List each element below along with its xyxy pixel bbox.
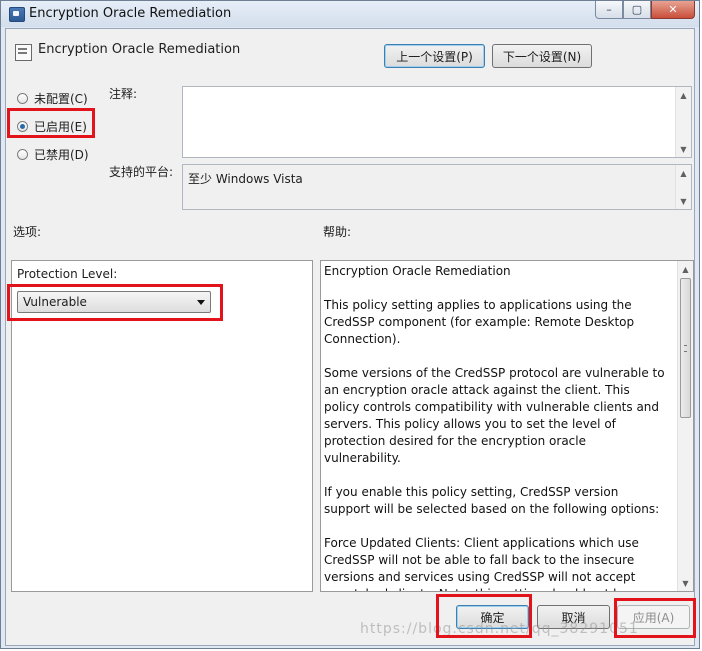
minimize-button[interactable]: –: [595, 1, 623, 19]
radio-disabled[interactable]: 已禁用(D): [17, 146, 89, 163]
close-button[interactable]: ✕: [651, 1, 695, 19]
help-paragraph: If you enable this policy setting, CredS…: [324, 485, 660, 516]
dialog-client-area: Encryption Oracle Remediation 上一个设置(P) 下…: [5, 28, 695, 646]
previous-setting-button[interactable]: 上一个设置(P): [384, 44, 485, 68]
watermark-text: https://blog.csdn.net/qq_38291051: [360, 621, 639, 637]
scroll-thumb[interactable]: [680, 278, 691, 418]
window-title: Encryption Oracle Remediation: [29, 6, 232, 21]
protection-level-label: Protection Level:: [17, 267, 118, 281]
help-text: Encryption Oracle Remediation This polic…: [324, 263, 666, 591]
protection-level-value: Vulnerable: [23, 295, 87, 309]
chevron-down-icon: [197, 300, 205, 305]
scroll-up-icon[interactable]: ▲: [678, 261, 693, 277]
options-label: 选项:: [13, 225, 42, 239]
protection-level-dropdown[interactable]: Vulnerable: [17, 291, 211, 313]
help-panel[interactable]: Encryption Oracle Remediation This polic…: [320, 260, 694, 592]
radio-circle[interactable]: [17, 149, 28, 160]
policy-title: Encryption Oracle Remediation: [38, 42, 241, 57]
title-bar[interactable]: Encryption Oracle Remediation – ▢ ✕: [1, 1, 699, 27]
help-paragraph: This policy setting applies to applicati…: [324, 298, 635, 346]
radio-not-configured[interactable]: 未配置(C): [17, 90, 88, 107]
help-paragraph: Encryption Oracle Remediation: [324, 264, 511, 278]
comment-label: 注释:: [109, 87, 138, 101]
platform-field: 至少 Windows Vista ▲ ▼: [182, 164, 692, 210]
scroll-up-icon[interactable]: ▲: [676, 165, 691, 181]
comment-textarea[interactable]: ▲ ▼: [182, 86, 692, 158]
radio-label: 未配置(C): [34, 92, 88, 106]
help-paragraph: Some versions of the CredSSP protocol ar…: [324, 366, 665, 465]
help-scrollbar[interactable]: ▲ ▼: [677, 261, 693, 591]
options-panel: Protection Level: Vulnerable: [11, 260, 313, 592]
radio-label: 已启用(E): [34, 120, 87, 134]
radio-circle[interactable]: [17, 93, 28, 104]
maximize-button[interactable]: ▢: [623, 1, 651, 19]
radio-enabled[interactable]: 已启用(E): [17, 118, 87, 135]
scroll-down-icon[interactable]: ▼: [676, 193, 691, 209]
scroll-down-icon[interactable]: ▼: [678, 575, 693, 591]
scroll-up-icon[interactable]: ▲: [676, 87, 691, 103]
comment-scrollbar[interactable]: ▲ ▼: [675, 87, 691, 157]
policy-setting-icon: [15, 44, 32, 61]
platform-value: 至少 Windows Vista: [188, 172, 303, 186]
caption-buttons: – ▢ ✕: [595, 1, 695, 19]
next-setting-button[interactable]: 下一个设置(N): [492, 44, 592, 68]
dialog-window: Encryption Oracle Remediation – ▢ ✕ Encr…: [0, 0, 700, 649]
help-paragraph: Force Updated Clients: Client applicatio…: [324, 536, 639, 591]
scroll-down-icon[interactable]: ▼: [676, 141, 691, 157]
policy-app-icon: [9, 7, 25, 22]
help-label: 帮助:: [323, 225, 352, 239]
platform-label: 支持的平台:: [109, 165, 174, 179]
radio-label: 已禁用(D): [34, 148, 89, 162]
radio-circle-checked[interactable]: [17, 121, 28, 132]
platform-scrollbar[interactable]: ▲ ▼: [675, 165, 691, 209]
